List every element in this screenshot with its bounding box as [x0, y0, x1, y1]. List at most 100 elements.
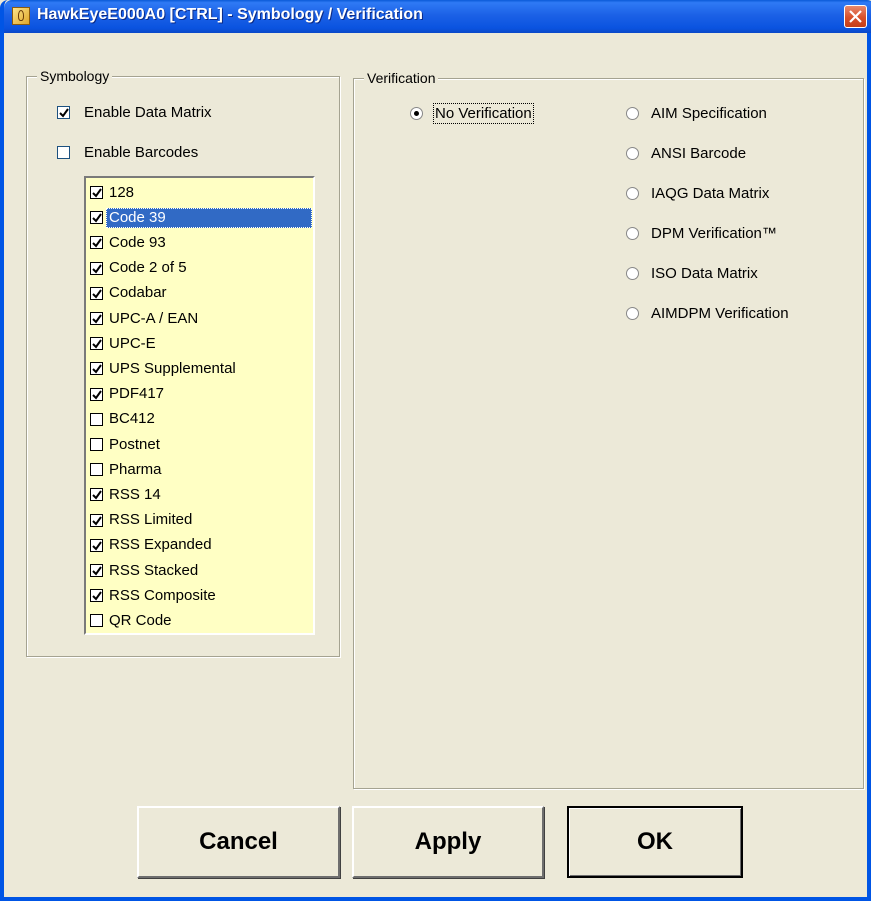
radio-aimdpm-verification[interactable]: AIMDPM Verification [626, 305, 789, 322]
verification-group: Verification [353, 70, 864, 789]
radio-button[interactable] [626, 147, 639, 160]
list-item[interactable]: 128 [90, 180, 312, 205]
list-item[interactable]: RSS Expanded [90, 533, 312, 558]
list-item-label: UPS Supplemental [109, 359, 236, 377]
list-item-checkbox[interactable] [90, 286, 103, 300]
dialog-window: HawkEyeE000A0 [CTRL] - Symbology / Verif… [0, 0, 871, 901]
list-item[interactable]: RSS Limited [90, 508, 312, 533]
list-item-label: Pharma [109, 460, 162, 478]
checkmark-icon [92, 339, 102, 349]
list-item[interactable]: RSS Stacked [90, 558, 312, 583]
enable-barcodes-label: Enable Barcodes [84, 144, 199, 161]
checkmark-icon [59, 108, 69, 118]
checkmark-icon [92, 390, 102, 400]
radio-button[interactable] [410, 107, 423, 120]
list-item-label: UPC-A / EAN [109, 309, 199, 327]
list-item[interactable]: Codabar [90, 281, 312, 306]
checkmark-icon [92, 516, 102, 526]
list-item-label: PDF417 [109, 385, 165, 403]
radio-button[interactable] [626, 307, 639, 320]
list-item[interactable]: BC412 [90, 407, 312, 432]
list-item[interactable]: UPS Supplemental [90, 356, 312, 381]
radio-label: DPM Verification™ [651, 225, 777, 242]
checkmark-icon [92, 541, 102, 551]
radio-dpm-verification[interactable]: DPM Verification™ [626, 225, 777, 242]
ok-button[interactable]: OK [567, 806, 743, 878]
list-item-label: 128 [109, 183, 135, 201]
app-icon [12, 7, 30, 25]
radio-label: ISO Data Matrix [651, 265, 758, 282]
list-item-label: RSS Limited [109, 511, 193, 529]
list-item-checkbox[interactable] [90, 186, 103, 199]
enable-data-matrix-label: Enable Data Matrix [84, 104, 212, 121]
list-item-checkbox[interactable] [90, 538, 103, 552]
checkmark-icon [92, 289, 102, 299]
list-item[interactable]: RSS 14 [90, 482, 312, 507]
radio-label: IAQG Data Matrix [651, 185, 770, 202]
window-title: HawkEyeE000A0 [CTRL] - Symbology / Verif… [37, 6, 423, 23]
list-item[interactable]: Pharma [90, 457, 312, 482]
list-item-checkbox[interactable] [90, 362, 103, 376]
checkmark-icon [92, 364, 102, 374]
list-item-checkbox[interactable] [90, 312, 103, 325]
list-item-checkbox[interactable] [90, 614, 103, 628]
close-icon [849, 10, 862, 23]
checkmark-icon [92, 188, 102, 198]
checkbox-box[interactable] [57, 106, 70, 119]
radio-ansi-barcode[interactable]: ANSI Barcode [626, 145, 746, 162]
list-item-label: RSS Composite [109, 586, 216, 604]
list-item-label: QR Code [109, 611, 172, 629]
list-item-checkbox[interactable] [90, 236, 103, 250]
list-item-checkbox[interactable] [90, 513, 103, 527]
list-item-checkbox[interactable] [90, 387, 103, 401]
list-item[interactable]: PDF417 [90, 382, 312, 407]
enable-data-matrix-checkbox[interactable]: Enable Data Matrix [57, 104, 212, 121]
radio-label: No Verification [433, 103, 534, 124]
checkbox-box[interactable] [57, 146, 70, 159]
radio-no-verification[interactable]: No Verification [410, 103, 534, 124]
list-item[interactable]: Code 39 [90, 205, 312, 230]
list-item[interactable]: Code 93 [90, 230, 312, 255]
radio-aim-specification[interactable]: AIM Specification [626, 105, 767, 122]
radio-button[interactable] [626, 227, 639, 240]
list-item-label: RSS Stacked [109, 561, 199, 579]
list-item-checkbox[interactable] [90, 412, 103, 426]
radio-button[interactable] [626, 267, 639, 280]
radio-iaqg-data-matrix[interactable]: IAQG Data Matrix [626, 185, 769, 202]
apply-button[interactable]: Apply [352, 806, 544, 878]
list-item[interactable]: UPC-E [90, 331, 312, 356]
list-item-checkbox[interactable] [90, 337, 103, 351]
radio-button[interactable] [626, 107, 639, 120]
list-item-checkbox[interactable] [90, 261, 103, 275]
list-item-checkbox[interactable] [90, 564, 103, 577]
list-item[interactable]: RSS Composite [90, 583, 312, 608]
list-item-checkbox[interactable] [90, 488, 103, 502]
checkmark-icon [92, 213, 102, 223]
list-item-label: UPC-E [109, 334, 156, 352]
checkmark-icon [92, 264, 102, 274]
list-item-label: BC412 [109, 410, 155, 428]
list-item-label: RSS Expanded [109, 536, 212, 554]
list-item[interactable]: QR Code [90, 608, 312, 633]
list-item-label: Code 39 [106, 207, 312, 228]
list-item-label: Codabar [109, 284, 167, 302]
list-item-checkbox[interactable] [90, 438, 103, 451]
title-bar[interactable]: HawkEyeE000A0 [CTRL] - Symbology / Verif… [4, 0, 871, 33]
radio-button[interactable] [626, 187, 639, 200]
verification-group-label: Verification [364, 70, 439, 86]
list-item-label: RSS 14 [109, 485, 161, 503]
close-button[interactable] [844, 5, 867, 28]
cancel-button[interactable]: Cancel [137, 806, 340, 878]
list-item-label: Code 2 of 5 [109, 259, 187, 277]
list-item-checkbox[interactable] [90, 463, 103, 477]
list-item[interactable]: UPC-A / EAN [90, 306, 312, 331]
radio-iso-data-matrix[interactable]: ISO Data Matrix [626, 265, 758, 282]
checkmark-icon [92, 314, 102, 324]
list-item[interactable]: Code 2 of 5 [90, 256, 312, 281]
checkmark-icon [92, 490, 102, 500]
list-item[interactable]: Postnet [90, 432, 312, 457]
list-item-checkbox[interactable] [90, 589, 103, 603]
list-item-checkbox[interactable] [90, 211, 103, 225]
enable-barcodes-checkbox[interactable]: Enable Barcodes [57, 144, 198, 161]
barcode-types-listbox[interactable]: 128 Code 39 Code 93 Code 2 of 5 Codabar UPC-A… [84, 176, 315, 635]
